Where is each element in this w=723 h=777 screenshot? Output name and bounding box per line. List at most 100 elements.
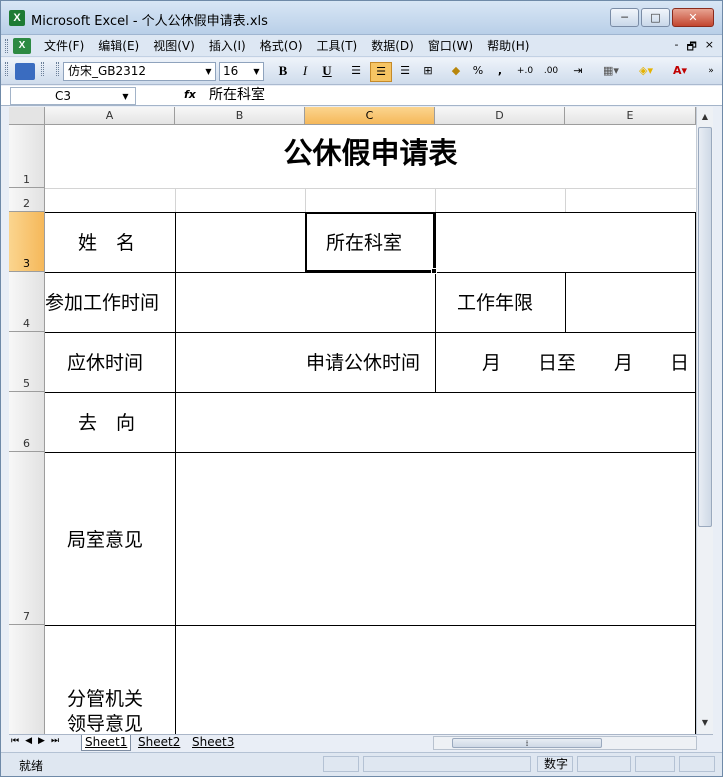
gridline [175,188,176,212]
cell-leader-opinion-line2: 领导意见 [67,713,144,734]
excel-window: X Microsoft Excel - 个人公休假申请表.xls ─ □ ✕ X… [0,0,723,777]
row-number: 7 [23,610,30,623]
row-header-5[interactable]: 5 [9,332,45,392]
scroll-down-icon[interactable]: ▼ [699,715,711,731]
chevron-down-icon[interactable]: ▼ [251,64,262,79]
vertical-scroll-thumb[interactable] [698,127,712,527]
status-panel [323,756,359,772]
insert-function-button[interactable]: fx [184,88,196,101]
fill-handle[interactable] [431,268,437,274]
cell-date-month2: 月 [614,352,634,374]
menu-insert[interactable]: 插入(I) [202,38,253,54]
cell-work-time-label: 参加工作时间 [45,292,160,314]
table-border [45,272,696,273]
row-header-6[interactable]: 6 [9,392,45,452]
horizontal-scroll-thumb[interactable]: ⁞ [452,738,602,748]
menu-edit[interactable]: 编辑(E) [91,38,146,54]
minimize-button[interactable]: ─ [610,8,639,27]
menu-window[interactable]: 窗口(W) [421,38,480,54]
vertical-scrollbar[interactable]: ▲ ▼ [696,107,713,734]
status-panel [679,756,715,772]
chevron-down-icon[interactable]: ▼ [120,89,131,104]
toolbar-grip[interactable] [5,39,8,53]
toolbar-options-icon[interactable]: » [705,62,717,82]
doc-restore-button[interactable]: 🗗 [686,38,696,57]
borders-icon[interactable]: ▦▾ [597,62,625,82]
bold-button[interactable]: B [274,62,292,82]
increase-decimal-button[interactable]: +.0 [513,62,537,82]
indent-icon[interactable]: ⇥ [568,62,588,82]
formula-input[interactable]: 所在科室 [209,87,265,104]
selected-cell-c3[interactable] [305,212,435,272]
decrease-decimal-button[interactable]: .00 [539,62,563,82]
row-header-4[interactable]: 4 [9,272,45,332]
row-header-2[interactable]: 2 [9,188,45,212]
row-header-8[interactable]: 8 [9,625,45,734]
font-color-icon[interactable]: A▾ [665,62,695,82]
formatting-toolbar: 仿宋_GB2312 ▼ 16 ▼ B I U ☰ ☰ ☰ ⊞ ◆ % , +.0… [1,58,722,85]
align-right-icon[interactable]: ☰ [395,62,415,82]
font-size-select[interactable]: 16 ▼ [219,62,264,81]
cell-date-month1: 月 [482,352,502,374]
menu-tools[interactable]: 工具(T) [310,38,365,54]
menu-format[interactable]: 格式(O) [253,38,310,54]
worksheet-grid[interactable]: A B C D E 1 2 3 4 5 6 7 8 公休假申请表 姓 名 所在科… [9,107,696,734]
cell-leader-opinion-line1: 分管机关 [67,688,144,710]
table-border [435,272,436,392]
currency-icon[interactable]: ◆ [446,62,466,82]
italic-button[interactable]: I [296,62,314,82]
doc-minimize-button[interactable]: - [674,38,678,57]
close-button[interactable]: ✕ [672,8,714,27]
tab-navigation-icons[interactable]: ⏮◀▶⏭ [11,736,65,746]
column-header-c[interactable]: C [305,107,435,125]
status-bar: 就绪 数字 [1,752,722,776]
scroll-up-icon[interactable]: ▲ [699,109,711,125]
menu-help[interactable]: 帮助(H) [480,38,536,54]
cell-name-label: 姓 名 [78,232,136,254]
menu-file[interactable]: 文件(F) [37,38,91,54]
tab-sheet2[interactable]: Sheet2 [135,735,183,751]
table-border [45,392,696,393]
row-header-7[interactable]: 7 [9,452,45,625]
comma-button[interactable]: , [493,62,507,82]
underline-button[interactable]: U [318,62,336,82]
align-left-icon[interactable]: ☰ [346,62,366,82]
percent-button[interactable]: % [470,62,486,82]
cell-destination-label: 去 向 [78,412,136,434]
save-icon[interactable] [15,63,35,80]
toolbar-grip[interactable] [56,62,59,76]
table-border [45,332,696,333]
horizontal-scrollbar[interactable]: ⁞ [433,736,697,750]
select-all-corner[interactable] [9,107,45,125]
name-box[interactable]: C3 ▼ [10,87,136,105]
maximize-button[interactable]: □ [641,8,670,27]
column-header-b[interactable]: B [175,107,305,125]
workbook-icon[interactable]: X [13,38,31,54]
toolbar-grip[interactable] [41,62,44,76]
tab-sheet1[interactable]: Sheet1 [81,735,132,751]
excel-app-icon: X [9,10,25,26]
table-border [45,625,696,626]
doc-close-button[interactable]: × [705,38,714,57]
table-border [565,272,566,332]
chevron-down-icon[interactable]: ▼ [203,64,214,79]
font-name-value: 仿宋_GB2312 [68,64,147,78]
row-header-3[interactable]: 3 [9,212,45,272]
menu-view[interactable]: 视图(V) [146,38,202,54]
menu-data[interactable]: 数据(D) [364,38,421,54]
tab-sheet3[interactable]: Sheet3 [189,735,237,751]
status-panel [577,756,631,772]
column-header-e[interactable]: E [565,107,696,125]
column-header-d[interactable]: D [435,107,565,125]
fill-color-icon[interactable]: ◈▾ [631,62,661,82]
status-panel [363,756,531,772]
font-name-select[interactable]: 仿宋_GB2312 ▼ [63,62,216,81]
align-center-icon[interactable]: ☰ [370,62,392,82]
column-header-a[interactable]: A [45,107,175,125]
form-title: 公休假申请表 [283,136,458,170]
row-header-1[interactable]: 1 [9,125,45,188]
merge-center-icon[interactable]: ⊞ [418,62,438,82]
font-size-value: 16 [223,64,239,78]
toolbar-grip[interactable] [5,62,8,76]
gridline [45,188,696,189]
